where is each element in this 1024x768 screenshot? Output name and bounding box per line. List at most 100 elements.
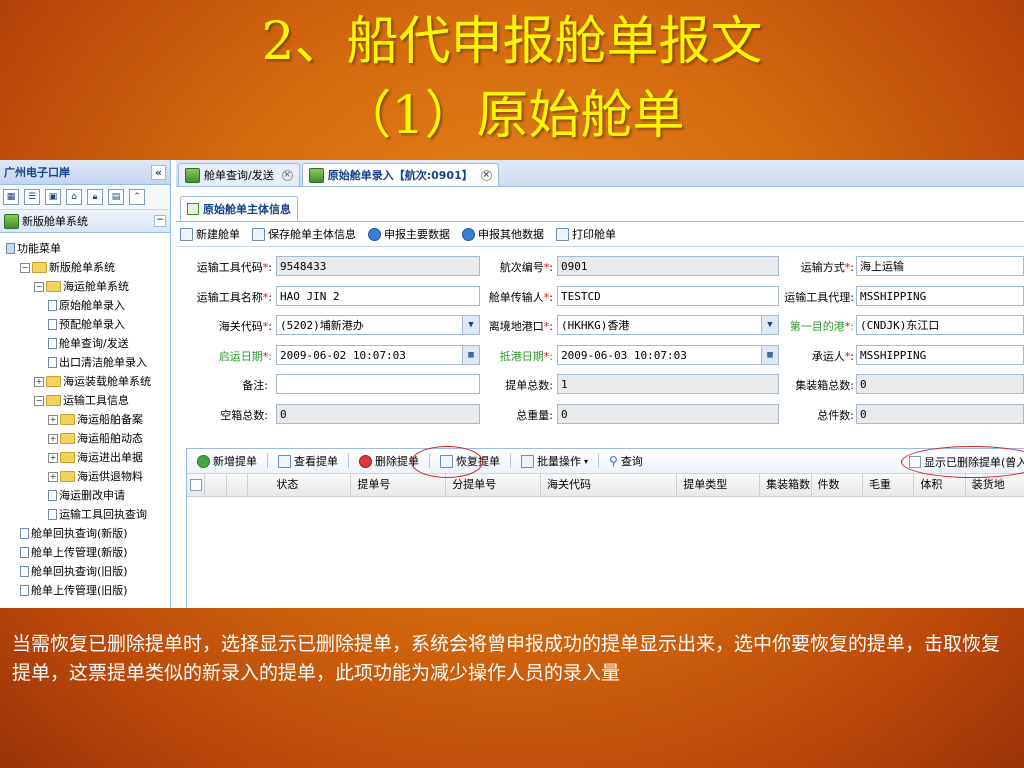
folder-icon — [60, 414, 75, 425]
remark-input[interactable] — [276, 374, 480, 394]
grid-icon[interactable]: ▣ — [45, 189, 61, 205]
show-deleted-checkbox[interactable] — [909, 456, 921, 468]
expand-icon[interactable]: + — [48, 433, 58, 444]
batch-icon — [521, 454, 534, 468]
tree-item[interactable]: + 海运船舶动态 — [6, 429, 170, 448]
close-icon[interactable]: × — [281, 169, 293, 181]
agent-input[interactable]: MSSHIPPING — [856, 286, 1024, 306]
tree-item-label: 新版舱单系统 — [49, 261, 115, 274]
list-icon[interactable]: ☰ — [24, 189, 40, 205]
tree-item[interactable]: 海运删改申请 — [6, 486, 170, 505]
collapse-node-icon[interactable]: − — [20, 262, 30, 273]
tree-item[interactable]: 出口清洁舱单录入 — [6, 353, 170, 372]
column-header[interactable]: 体积 — [914, 474, 966, 496]
customs-select[interactable]: (5202)埔新港办 ▼ — [276, 315, 480, 335]
tab-original-manifest[interactable]: 原始舱单录入【航次:0901】 × — [301, 163, 499, 186]
tab-icon — [308, 167, 324, 183]
declare-main-button[interactable]: 申报主要数据 — [368, 226, 450, 242]
expand-icon[interactable]: + — [34, 376, 44, 387]
expand-icon[interactable]: + — [48, 452, 58, 463]
view-bill-button[interactable]: 查看提单 — [278, 453, 338, 469]
new-manifest-button[interactable]: 新建舱单 — [180, 226, 240, 242]
tree-item[interactable]: 舱单查询/发送 — [6, 334, 170, 353]
home-icon[interactable]: ⌂ — [66, 189, 82, 205]
depart-date-input[interactable]: 2009-06-02 10:07:03 ▦ — [276, 345, 480, 365]
collapse-node-icon[interactable]: − — [34, 395, 44, 406]
show-deleted-toggle[interactable]: 显示已删除提单(曾入 — [909, 454, 1024, 470]
tree-item[interactable]: + 海运供退物料 — [6, 467, 170, 486]
tree-item[interactable]: 舱单上传管理(旧版) — [6, 581, 170, 600]
select-all-checkbox[interactable] — [190, 479, 202, 491]
column-header[interactable]: 装货地 — [966, 474, 1024, 496]
voyage-input[interactable]: 0901 — [557, 256, 779, 276]
tree-item-label: 原始舱单录入 — [59, 299, 125, 312]
tree-item[interactable]: + 海运船舶备案 — [6, 410, 170, 429]
document-icon — [20, 528, 29, 539]
carrier-input[interactable]: MSSHIPPING — [856, 345, 1024, 365]
pieces-total-input: 0 — [856, 404, 1024, 424]
column-header[interactable]: 提单类型 — [677, 474, 761, 496]
document-icon — [48, 319, 57, 330]
tab-manifest-query[interactable]: 舱单查询/发送 × — [178, 163, 300, 186]
chart-icon[interactable]: ▤ — [108, 189, 124, 205]
tree-item[interactable]: + 海运装载舱单系统 — [6, 372, 170, 391]
sidebar-panel-header[interactable]: 新版舱单系统 − — [0, 210, 170, 233]
calendar-icon[interactable]: ▦ — [462, 346, 479, 364]
query-button[interactable]: ⚲ 查询 — [609, 453, 643, 469]
tree-item[interactable]: − 运输工具信息 — [6, 391, 170, 410]
close-icon[interactable]: × — [480, 169, 492, 181]
column-header[interactable]: 毛重 — [863, 474, 915, 496]
declare-other-button[interactable]: 申报其他数据 — [462, 226, 544, 242]
up-icon[interactable]: ⌃ — [129, 189, 145, 205]
tree-item[interactable]: 运输工具回执查询 — [6, 505, 170, 524]
restore-bill-button[interactable]: 恢复提单 — [440, 453, 500, 469]
collapse-icon[interactable]: « — [150, 164, 166, 180]
chevron-down-icon: ▾ — [584, 456, 589, 466]
tree-item[interactable]: 舱单回执查询(旧版) — [6, 562, 170, 581]
entry-person-input[interactable]: TESTCD — [557, 286, 779, 306]
sidebar-panel-title: 新版舱单系统 — [22, 215, 88, 228]
delete-bill-button[interactable]: 删除提单 — [359, 453, 419, 469]
expand-icon[interactable]: + — [48, 471, 58, 482]
lock-icon[interactable]: 🔒︎ — [87, 189, 103, 205]
departure-port-select[interactable]: (HKHKG)香港 ▼ — [557, 315, 779, 335]
save-manifest-button[interactable]: 保存舱单主体信息 — [252, 226, 356, 242]
batch-operation-menu[interactable]: 批量操作 ▾ — [521, 453, 588, 469]
chevron-down-icon[interactable]: ▼ — [462, 316, 479, 334]
tree-icon[interactable]: ▦ — [3, 189, 19, 205]
column-header[interactable]: 提单号 — [351, 474, 447, 496]
empty-total-input: 0 — [276, 404, 480, 424]
grid-toolbar: 新增提单 查看提单 删除提单 恢复提单 批量操作 ▾ ⚲ 查询 显示已删除提单(曾入 — [187, 446, 1024, 478]
tree-item[interactable]: − 新版舱单系统 — [6, 258, 170, 277]
transport-mode-select[interactable]: 海上运输 — [856, 256, 1024, 276]
expand-icon[interactable]: + — [48, 414, 58, 425]
grid-header: 状态 提单号 分提单号 海关代码 提单类型 集装箱数 件数 毛重 体积 装货地 — [187, 474, 1024, 497]
transport-name-input[interactable]: HAO JIN 2 — [276, 286, 480, 306]
transport-code-input[interactable]: 9548433 — [276, 256, 480, 276]
voyage-label: 航次编号*: — [499, 261, 553, 274]
tree-item[interactable]: 舱单上传管理(新版) — [6, 543, 170, 562]
tree-item[interactable]: 原始舱单录入 — [6, 296, 170, 315]
column-header[interactable]: 海关代码 — [541, 474, 678, 496]
tree-item-label: 舱单上传管理(旧版) — [31, 584, 128, 597]
tree-item[interactable]: − 海运舱单系统 — [6, 277, 170, 296]
add-bill-button[interactable]: 新增提单 — [197, 453, 257, 469]
print-manifest-button[interactable]: 打印舱单 — [556, 226, 616, 242]
collapse-node-icon[interactable]: − — [34, 281, 44, 292]
transport-mode-label: 运输方式*: — [800, 261, 854, 274]
column-header[interactable]: 分提单号 — [446, 474, 541, 496]
tree-item[interactable]: 舱单回执查询(新版) — [6, 524, 170, 543]
minimize-icon[interactable]: − — [154, 215, 166, 227]
column-header[interactable]: 件数 — [812, 474, 863, 496]
tree-item[interactable]: 功能菜单 — [6, 239, 170, 258]
column-header[interactable]: 集装箱数 — [760, 474, 812, 496]
column-header[interactable]: 状态 — [248, 474, 352, 496]
arrive-date-input[interactable]: 2009-06-03 10:07:03 ▦ — [557, 345, 779, 365]
app-window: 广州电子口岸 « ▦ ☰ ▣ ⌂ 🔒︎ ▤ ⌃ 新版舱单系统 − 功能菜单 − 新版… — [0, 160, 1024, 608]
subtab-main-info[interactable]: 原始舱单主体信息 — [180, 196, 298, 221]
dest-port-input[interactable]: (CNDJK)东江口 — [856, 315, 1024, 335]
document-icon — [48, 357, 57, 368]
tree-item[interactable]: 预配舱单录入 — [6, 315, 170, 334]
tree-item[interactable]: + 海运进出单据 — [6, 448, 170, 467]
select-all-cell[interactable] — [187, 474, 205, 496]
